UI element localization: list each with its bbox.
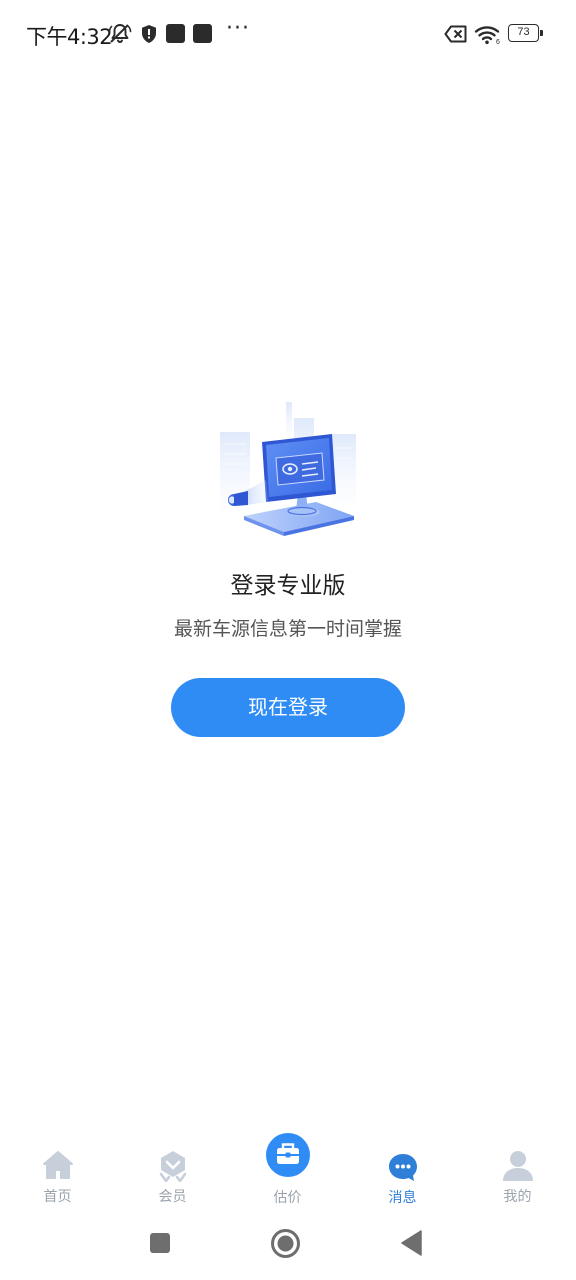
data-off-icon — [444, 25, 467, 43]
more-dots-icon: ··· — [226, 16, 250, 41]
screen: 下午4:32 ··· 6 73 登录专业版 最新车源信息第一时间掌握 现在登录 … — [0, 0, 576, 1280]
status-bar: 下午4:32 ··· 6 73 — [0, 0, 576, 68]
tab-label: 消息 — [388, 1190, 417, 1206]
notification-square-icon — [193, 24, 212, 43]
member-badge-icon — [159, 1151, 186, 1182]
tab-label: 首页 — [43, 1189, 72, 1205]
wifi-icon: 6 — [474, 26, 500, 45]
tab-profile[interactable]: 我的 — [460, 1130, 575, 1210]
bottom-tab-bar: 首页 会员 估价 消息 我的 — [0, 1130, 576, 1210]
shield-icon — [142, 25, 156, 43]
user-icon — [502, 1151, 533, 1181]
muted-bell-icon — [108, 24, 132, 43]
battery-icon: 73 — [508, 24, 543, 42]
empty-state-title: 登录专业版 — [230, 573, 346, 599]
battery-level: 73 — [517, 26, 530, 38]
recents-button[interactable] — [149, 1232, 171, 1254]
tab-valuation[interactable]: 估价 — [230, 1130, 345, 1210]
system-navigation-bar — [0, 1212, 576, 1280]
status-time: 下午4:32 — [26, 25, 113, 49]
tab-member[interactable]: 会员 — [115, 1130, 230, 1210]
tab-label: 我的 — [503, 1189, 532, 1205]
home-icon — [42, 1151, 73, 1179]
back-button[interactable] — [400, 1230, 422, 1256]
tab-label: 估价 — [273, 1190, 302, 1206]
home-button[interactable] — [270, 1228, 301, 1259]
notification-square-icon — [166, 24, 185, 43]
tab-home[interactable]: 首页 — [0, 1130, 115, 1210]
login-now-button[interactable]: 现在登录 — [171, 678, 405, 737]
tab-messages[interactable]: 消息 — [345, 1130, 460, 1210]
empty-state-subtitle: 最新车源信息第一时间掌握 — [173, 618, 402, 640]
tab-label: 会员 — [158, 1189, 187, 1205]
monitor-with-projector-illustration — [220, 402, 356, 536]
chat-bubble-icon — [388, 1154, 417, 1181]
svg-text:6: 6 — [496, 39, 500, 45]
briefcase-icon — [265, 1133, 310, 1177]
